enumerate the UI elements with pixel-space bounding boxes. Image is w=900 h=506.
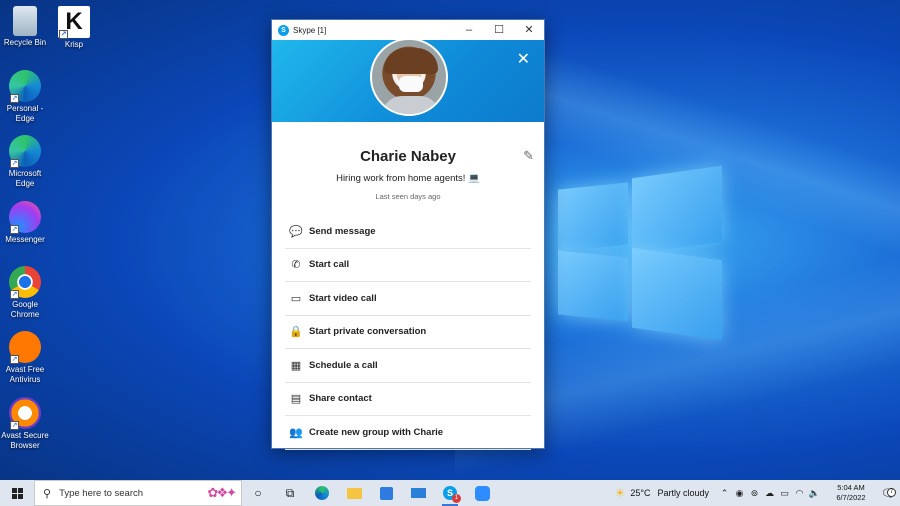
action-label: Start call bbox=[309, 259, 350, 271]
chrome-icon: ↗ bbox=[9, 266, 41, 299]
desktop-icon-recycle-bin[interactable]: Recycle Bin bbox=[0, 6, 50, 48]
krisp-icon: K ↗ bbox=[58, 6, 90, 39]
skype-unread-badge: 1 bbox=[452, 494, 461, 503]
action-label: Share contact bbox=[309, 393, 372, 405]
record-icon[interactable]: ◉ bbox=[732, 488, 747, 499]
weather-desc: Partly cloudy bbox=[657, 488, 709, 498]
maximize-button[interactable]: ☐ bbox=[484, 20, 514, 40]
desktop-icon-microsoft-edge[interactable]: ↗ Microsoft Edge bbox=[0, 135, 50, 188]
skype-profile-window: S Skype [1] – ☐ ✕ ✕ Charie Nabey ✎ Hirin… bbox=[271, 19, 545, 450]
create-group-button[interactable]: 👥 Create new group with Charie bbox=[285, 416, 531, 450]
action-label: Start private conversation bbox=[309, 326, 427, 338]
calendar-icon: ▦ bbox=[290, 359, 302, 372]
avast-browser-icon: ↗ bbox=[9, 397, 41, 430]
avatar[interactable] bbox=[370, 38, 448, 116]
messenger-icon: ↗ bbox=[9, 201, 41, 234]
desktop-icon-label: Google Chrome bbox=[10, 300, 40, 319]
action-label: Send message bbox=[309, 225, 376, 237]
desktop-icon-google-chrome[interactable]: ↗ Google Chrome bbox=[0, 266, 50, 319]
search-highlight-icon: ✿❖✦ bbox=[207, 485, 237, 500]
desktop-icon-label: Messenger bbox=[5, 235, 45, 244]
notification-center-button[interactable]: 🗨 7 bbox=[876, 487, 900, 500]
phone-icon: ✆ bbox=[291, 259, 301, 272]
desktop-icon-avast-browser[interactable]: ↗ Avast Secure Browser bbox=[0, 397, 50, 450]
taskbar-edge-icon[interactable] bbox=[306, 480, 338, 506]
send-message-button[interactable]: 💬 Send message bbox=[285, 215, 531, 249]
desktop-icon-label: Avast Secure Browser bbox=[1, 431, 49, 450]
window-title: Skype [1] bbox=[293, 25, 327, 35]
avast-icon: ↗ bbox=[9, 331, 41, 364]
desktop-icon-label: Krisp bbox=[64, 40, 84, 49]
file-explorer-icon[interactable] bbox=[338, 480, 370, 506]
microsoft-store-icon[interactable] bbox=[370, 480, 402, 506]
video-icon: ▭ bbox=[290, 292, 302, 305]
edge-icon: ↗ bbox=[9, 70, 41, 103]
cloud-icon[interactable]: ☁ bbox=[762, 488, 777, 499]
search-icon: ⚲ bbox=[43, 487, 52, 500]
clock-time: 5:04 AM bbox=[837, 483, 865, 492]
group-icon: 👥 bbox=[289, 426, 303, 439]
network-icon[interactable]: ▭ bbox=[777, 488, 792, 499]
action-label: Schedule a call bbox=[309, 359, 378, 371]
clock-date: 6/7/2022 bbox=[836, 493, 866, 502]
profile-actions-list: 💬 Send message ✆ Start call ▭ Start vide… bbox=[285, 215, 531, 450]
weather-temp: 25°C bbox=[630, 488, 651, 498]
start-video-call-button[interactable]: ▭ Start video call bbox=[285, 282, 531, 316]
desktop-icon-avast-antivirus[interactable]: ↗ Avast Free Antivirus bbox=[0, 331, 50, 384]
lock-icon: 🔒 bbox=[289, 326, 303, 339]
clock[interactable]: 5:04 AM 6/7/2022 bbox=[826, 483, 876, 503]
weather-widget[interactable]: ☀ 25°C Partly cloudy bbox=[615, 486, 709, 500]
desktop-icon-label: Personal - Edge bbox=[6, 104, 44, 123]
desktop-icon-krisp[interactable]: K ↗ Krisp bbox=[49, 6, 99, 50]
edge-icon: ↗ bbox=[9, 135, 41, 168]
windows-wallpaper-logo bbox=[558, 165, 724, 341]
taskbar-search-box[interactable]: ⚲ Type here to search ✿❖✦ bbox=[34, 480, 242, 506]
action-label: Start video call bbox=[309, 292, 377, 304]
task-view-button[interactable]: ⧉ bbox=[274, 480, 306, 506]
search-placeholder: Type here to search bbox=[59, 487, 144, 499]
desktop-icon-messenger[interactable]: ↗ Messenger bbox=[0, 201, 50, 245]
taskbar: ⚲ Type here to search ✿❖✦ ○ ⧉ S 1 ☀ 25°C… bbox=[0, 480, 900, 506]
desktop-icon-personal-edge[interactable]: ↗ Personal - Edge bbox=[0, 70, 50, 123]
mail-icon[interactable] bbox=[402, 480, 434, 506]
recycle-bin-icon bbox=[13, 6, 37, 36]
skype-icon: S bbox=[278, 24, 289, 36]
notification-count: 7 bbox=[887, 487, 896, 497]
taskbar-skype-icon[interactable]: S 1 bbox=[434, 480, 466, 506]
windows-icon bbox=[11, 487, 23, 499]
close-window-button[interactable]: ✕ bbox=[514, 20, 544, 40]
wifi-icon[interactable]: ◠ bbox=[792, 488, 807, 499]
camera-icon[interactable]: ⊚ bbox=[747, 488, 762, 499]
desktop-icon-label: Avast Free Antivirus bbox=[5, 365, 45, 384]
share-contact-button[interactable]: ▤ Share contact bbox=[285, 383, 531, 416]
profile-name: Charie Nabey bbox=[360, 148, 456, 165]
cortana-button[interactable]: ○ bbox=[242, 480, 274, 506]
close-profile-button[interactable]: ✕ bbox=[517, 52, 530, 68]
partly-cloudy-icon: ☀ bbox=[614, 486, 626, 500]
chat-icon: 💬 bbox=[289, 225, 303, 238]
schedule-call-button[interactable]: ▦ Schedule a call bbox=[285, 349, 531, 383]
start-call-button[interactable]: ✆ Start call bbox=[285, 249, 531, 282]
system-tray: ☀ 25°C Partly cloudy ⌃ ◉ ⊚ ☁ ▭ ◠ 🔈 5:04 … bbox=[615, 480, 900, 506]
start-private-conversation-button[interactable]: 🔒 Start private conversation bbox=[285, 316, 531, 349]
window-titlebar[interactable]: S Skype [1] – ☐ ✕ bbox=[272, 20, 544, 40]
desktop-icon-label: Microsoft Edge bbox=[8, 169, 42, 188]
edit-pencil-icon[interactable]: ✎ bbox=[523, 148, 534, 164]
desktop-icon-label: Recycle Bin bbox=[3, 38, 47, 47]
last-seen-status: Last seen days ago bbox=[375, 192, 441, 201]
contact-card-icon: ▤ bbox=[290, 393, 302, 406]
volume-icon[interactable]: 🔈 bbox=[807, 488, 822, 499]
start-button[interactable] bbox=[0, 480, 34, 506]
chevron-up-icon[interactable]: ⌃ bbox=[717, 488, 732, 499]
minimize-button[interactable]: – bbox=[454, 20, 484, 40]
zoom-icon[interactable] bbox=[466, 480, 498, 506]
mood-message: Hiring work from home agents! 💻 bbox=[336, 173, 480, 184]
action-label: Create new group with Charie bbox=[309, 426, 444, 438]
